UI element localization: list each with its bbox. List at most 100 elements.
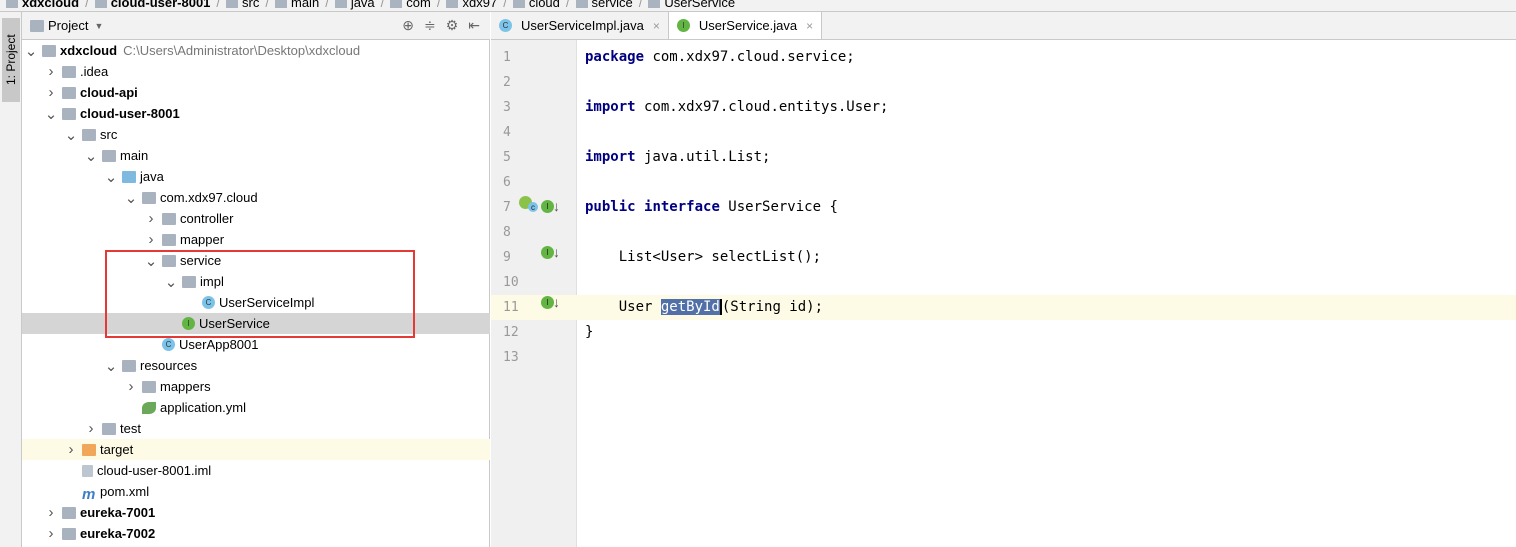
tree-item-label: java [140,169,164,184]
tree-item-label: eureka-7002 [80,526,156,541]
code-token: java.util.List; [635,149,771,165]
close-icon[interactable]: × [653,19,660,33]
chevron-down-icon[interactable]: ⌄ [44,105,58,123]
panel-title[interactable]: Project [48,18,88,33]
chevron-right-icon[interactable]: › [44,504,58,521]
breadcrumb-item[interactable]: xdx97 [462,0,497,10]
chevron-down-icon[interactable]: ⌄ [104,168,118,186]
chevron-down-icon[interactable]: ⌄ [84,147,98,165]
tree-item-label: pom.xml [100,484,150,499]
arrow-down-icon[interactable]: ↓ [553,244,560,260]
tree-item[interactable]: application.yml [22,397,490,418]
tree-item[interactable]: › test [22,418,490,439]
tree-item[interactable]: › mappers [22,376,490,397]
editor-tab[interactable]: I UserService.java × [668,12,823,39]
folder-icon [6,0,18,8]
arrow-down-icon[interactable]: ↓ [553,198,560,214]
tree-item[interactable]: › .idea [22,61,490,82]
tree-item[interactable]: › controller [22,208,490,229]
tree-item[interactable]: ⌄ resources [22,355,490,376]
breadcrumb-separator: / [216,0,221,10]
code-token: UserService { [719,199,838,215]
chevron-right-icon[interactable]: › [144,210,158,227]
chevron-down-icon[interactable]: ▼ [94,21,103,31]
breadcrumb-item[interactable]: UserService [664,0,735,10]
project-icon [30,19,44,32]
tree-item[interactable]: › eureka-7001 [22,502,490,523]
arrow-down-icon[interactable]: ↓ [553,294,560,310]
tree-item[interactable]: ⌄ cloud-user-8001 [22,103,490,124]
tree-item-label: cloud-user-8001 [80,106,180,121]
chevron-right-icon[interactable]: › [44,63,58,80]
chevron-right-icon[interactable]: › [144,231,158,248]
code-token: com.xdx97.cloud.service; [644,49,855,65]
tree-item[interactable]: › eureka-7002 [22,523,490,544]
chevron-down-icon[interactable]: ⌄ [124,189,138,207]
tree-item-label: main [120,148,149,163]
tree-item[interactable]: › target [22,439,490,460]
folder-icon [446,0,459,8]
folder-icon [162,212,176,225]
code-token: List<User> selectList(); [585,249,822,265]
tree-item[interactable]: m pom.xml [22,481,490,503]
folder-icon [122,359,136,372]
folder-icon [334,0,347,8]
tree-item[interactable]: cloud-user-8001.iml [22,460,490,481]
tree-item[interactable]: ⌄ main [22,145,490,166]
breadcrumb-item[interactable]: service [592,0,633,10]
breadcrumb-item[interactable]: java [351,0,375,10]
breadcrumb-separator: / [380,0,385,10]
collapse-icon[interactable]: ≑ [424,17,436,34]
hide-icon[interactable]: ⇤ [468,17,480,34]
breadcrumb-item[interactable]: cloud [529,0,560,10]
breadcrumb-separator: / [565,0,570,10]
code-line: User getById (String id); [577,295,1516,320]
gear-icon[interactable]: ⚙ [446,17,459,34]
chevron-down-icon[interactable]: ⌄ [24,42,38,60]
chevron-right-icon[interactable]: › [44,525,58,542]
maven-icon: m [82,485,96,503]
target-icon[interactable]: ⊕ [402,17,414,34]
breadcrumb-item[interactable]: cloud-user-8001 [111,0,211,10]
tree-item-label: mappers [160,379,211,394]
keyword: import [585,99,636,115]
chevron-down-icon[interactable]: ⌄ [104,357,118,375]
file-icon [82,464,93,477]
folder-icon [575,0,588,8]
breadcrumb-item[interactable]: src [242,0,259,10]
class-icon: C [162,338,175,351]
chevron-down-icon[interactable]: ⌄ [64,126,78,144]
chevron-right-icon[interactable]: › [124,378,138,395]
tree-item[interactable]: › mapper [22,229,490,250]
breadcrumb-separator: / [638,0,643,10]
tree-item[interactable]: ⌄ xdxcloud C:\Users\Administrator\Desktop\… [22,40,490,61]
module-icon [62,527,76,540]
breadcrumb-item[interactable]: xdxcloud [22,0,79,10]
line-number: 13 [503,350,519,365]
editor-tab-label: UserService.java [698,18,798,33]
close-icon[interactable]: × [806,19,813,33]
tree-item[interactable]: › cloud-api [22,82,490,103]
chevron-right-icon[interactable]: › [84,420,98,437]
yml-icon [142,401,156,414]
chevron-right-icon[interactable]: › [64,441,78,458]
tree-item[interactable]: ⌄ java [22,166,490,187]
tree-item[interactable]: ⌄ src [22,124,490,145]
tree-item[interactable]: ⌄ com.xdx97.cloud [22,187,490,208]
project-tool-tab[interactable]: 1: Project [2,18,20,102]
breadcrumb-item[interactable]: main [291,0,319,10]
code-token: (String id); [721,299,824,315]
code-line: } [577,320,1516,345]
breadcrumb-item[interactable]: com [406,0,431,10]
class-badge-icon: c [528,202,538,212]
folder-icon [162,233,176,246]
code-line: public interface UserService { [577,195,1516,220]
chevron-right-icon[interactable]: › [44,84,58,101]
tree-item-label: .idea [80,64,109,79]
editor-tab[interactable]: C UserServiceImpl.java × [491,12,669,39]
folder-icon [648,0,661,8]
code-token: } [585,324,594,340]
